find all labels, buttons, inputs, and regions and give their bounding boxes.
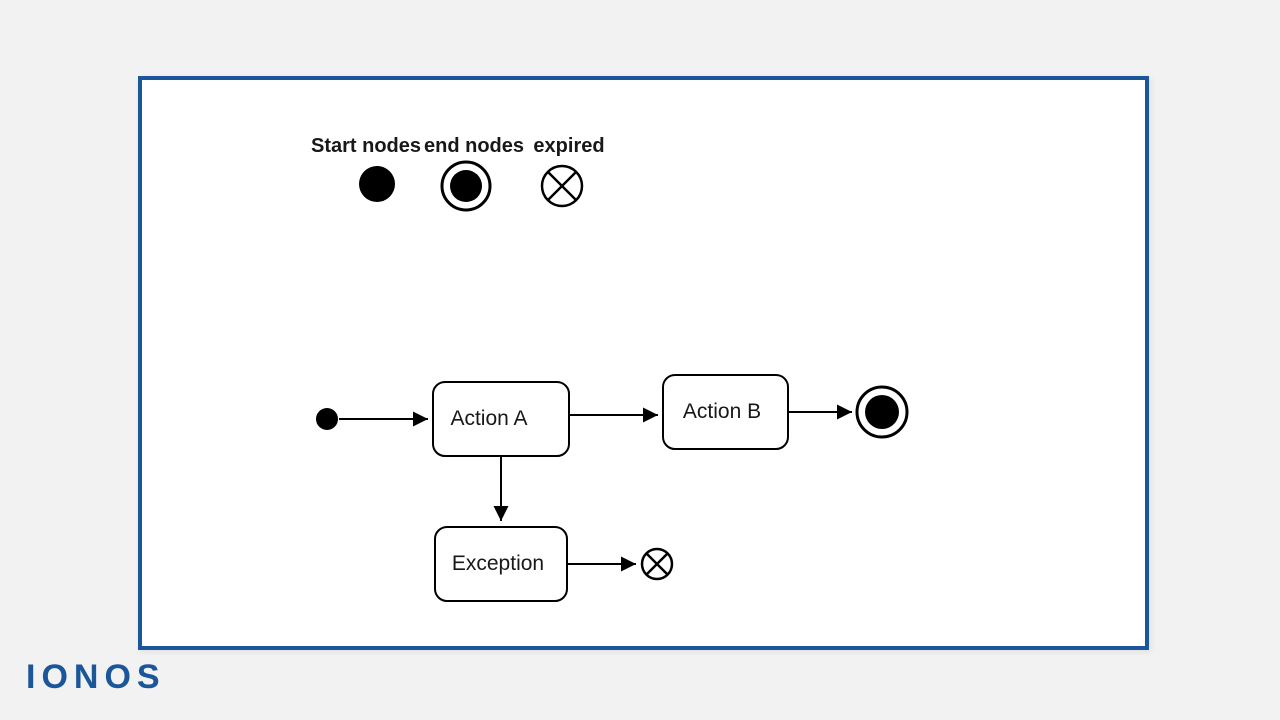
brand-logo: IONOS bbox=[26, 658, 166, 697]
legend-start-label: Start nodes bbox=[311, 135, 421, 157]
expired-node-icon bbox=[542, 166, 582, 206]
legend-expired-label: expired bbox=[533, 135, 604, 157]
legend-end-label: end nodes bbox=[424, 135, 524, 157]
diagram-frame: Start nodes end nodes expired Action A A… bbox=[138, 76, 1149, 650]
flow-node-action-b-label: Action B bbox=[683, 400, 761, 423]
flow-node-action-a-label: Action A bbox=[450, 407, 527, 430]
flow-start-node bbox=[316, 408, 338, 430]
flow-expired-node bbox=[642, 549, 672, 579]
flow-end-node bbox=[857, 387, 907, 437]
end-node-icon bbox=[442, 162, 490, 210]
start-node-icon bbox=[359, 166, 395, 202]
flow-node-exception-label: Exception bbox=[452, 552, 544, 575]
diagram-svg: Start nodes end nodes expired Action A A… bbox=[142, 80, 1145, 646]
